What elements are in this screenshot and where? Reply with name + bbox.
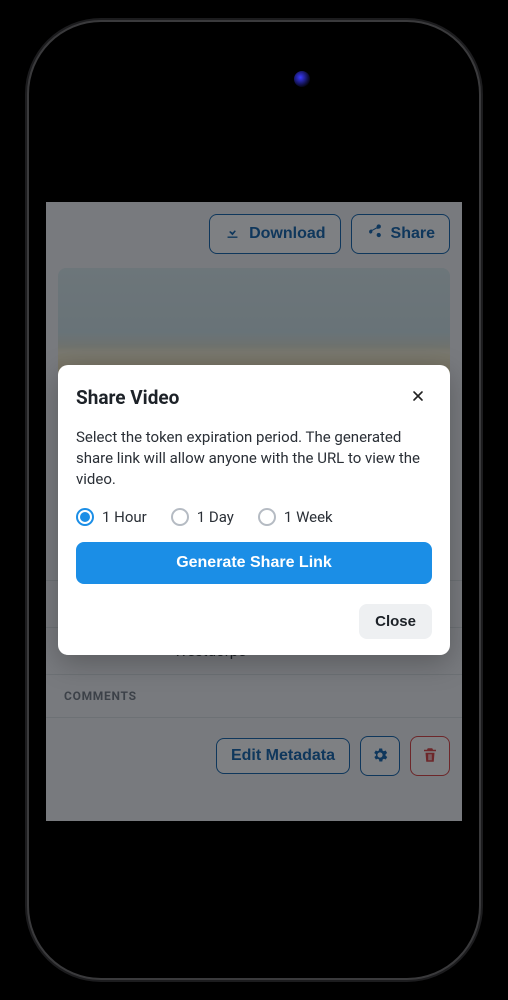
modal-title: Share Video — [76, 386, 179, 409]
share-video-modal: Share Video Select the token expiration … — [58, 365, 450, 655]
radio-label: 1 Week — [284, 508, 333, 526]
modal-close-button[interactable] — [404, 383, 432, 411]
dynamic-island — [184, 59, 324, 99]
modal-header: Share Video — [76, 383, 432, 411]
generate-share-link-button[interactable]: Generate Share Link — [76, 542, 432, 584]
modal-close-footer-button[interactable]: Close — [359, 604, 432, 639]
app-viewport: Download Share Horse Rozette Van 't Heik… — [46, 202, 462, 821]
modal-footer: Close — [76, 604, 432, 639]
radio-icon — [258, 508, 276, 526]
radio-1-hour[interactable]: 1 Hour — [76, 508, 147, 526]
radio-1-week[interactable]: 1 Week — [258, 508, 333, 526]
radio-label: 1 Day — [197, 508, 234, 526]
modal-description: Select the token expiration period. The … — [76, 427, 432, 490]
screen: Download Share Horse Rozette Van 't Heik… — [46, 39, 462, 961]
phone-frame: Download Share Horse Rozette Van 't Heik… — [29, 22, 479, 978]
radio-icon — [171, 508, 189, 526]
radio-1-day[interactable]: 1 Day — [171, 508, 234, 526]
radio-label: 1 Hour — [102, 508, 147, 526]
radio-icon — [76, 508, 94, 526]
expiration-radio-group: 1 Hour 1 Day 1 Week — [76, 508, 432, 526]
close-icon — [410, 388, 426, 407]
